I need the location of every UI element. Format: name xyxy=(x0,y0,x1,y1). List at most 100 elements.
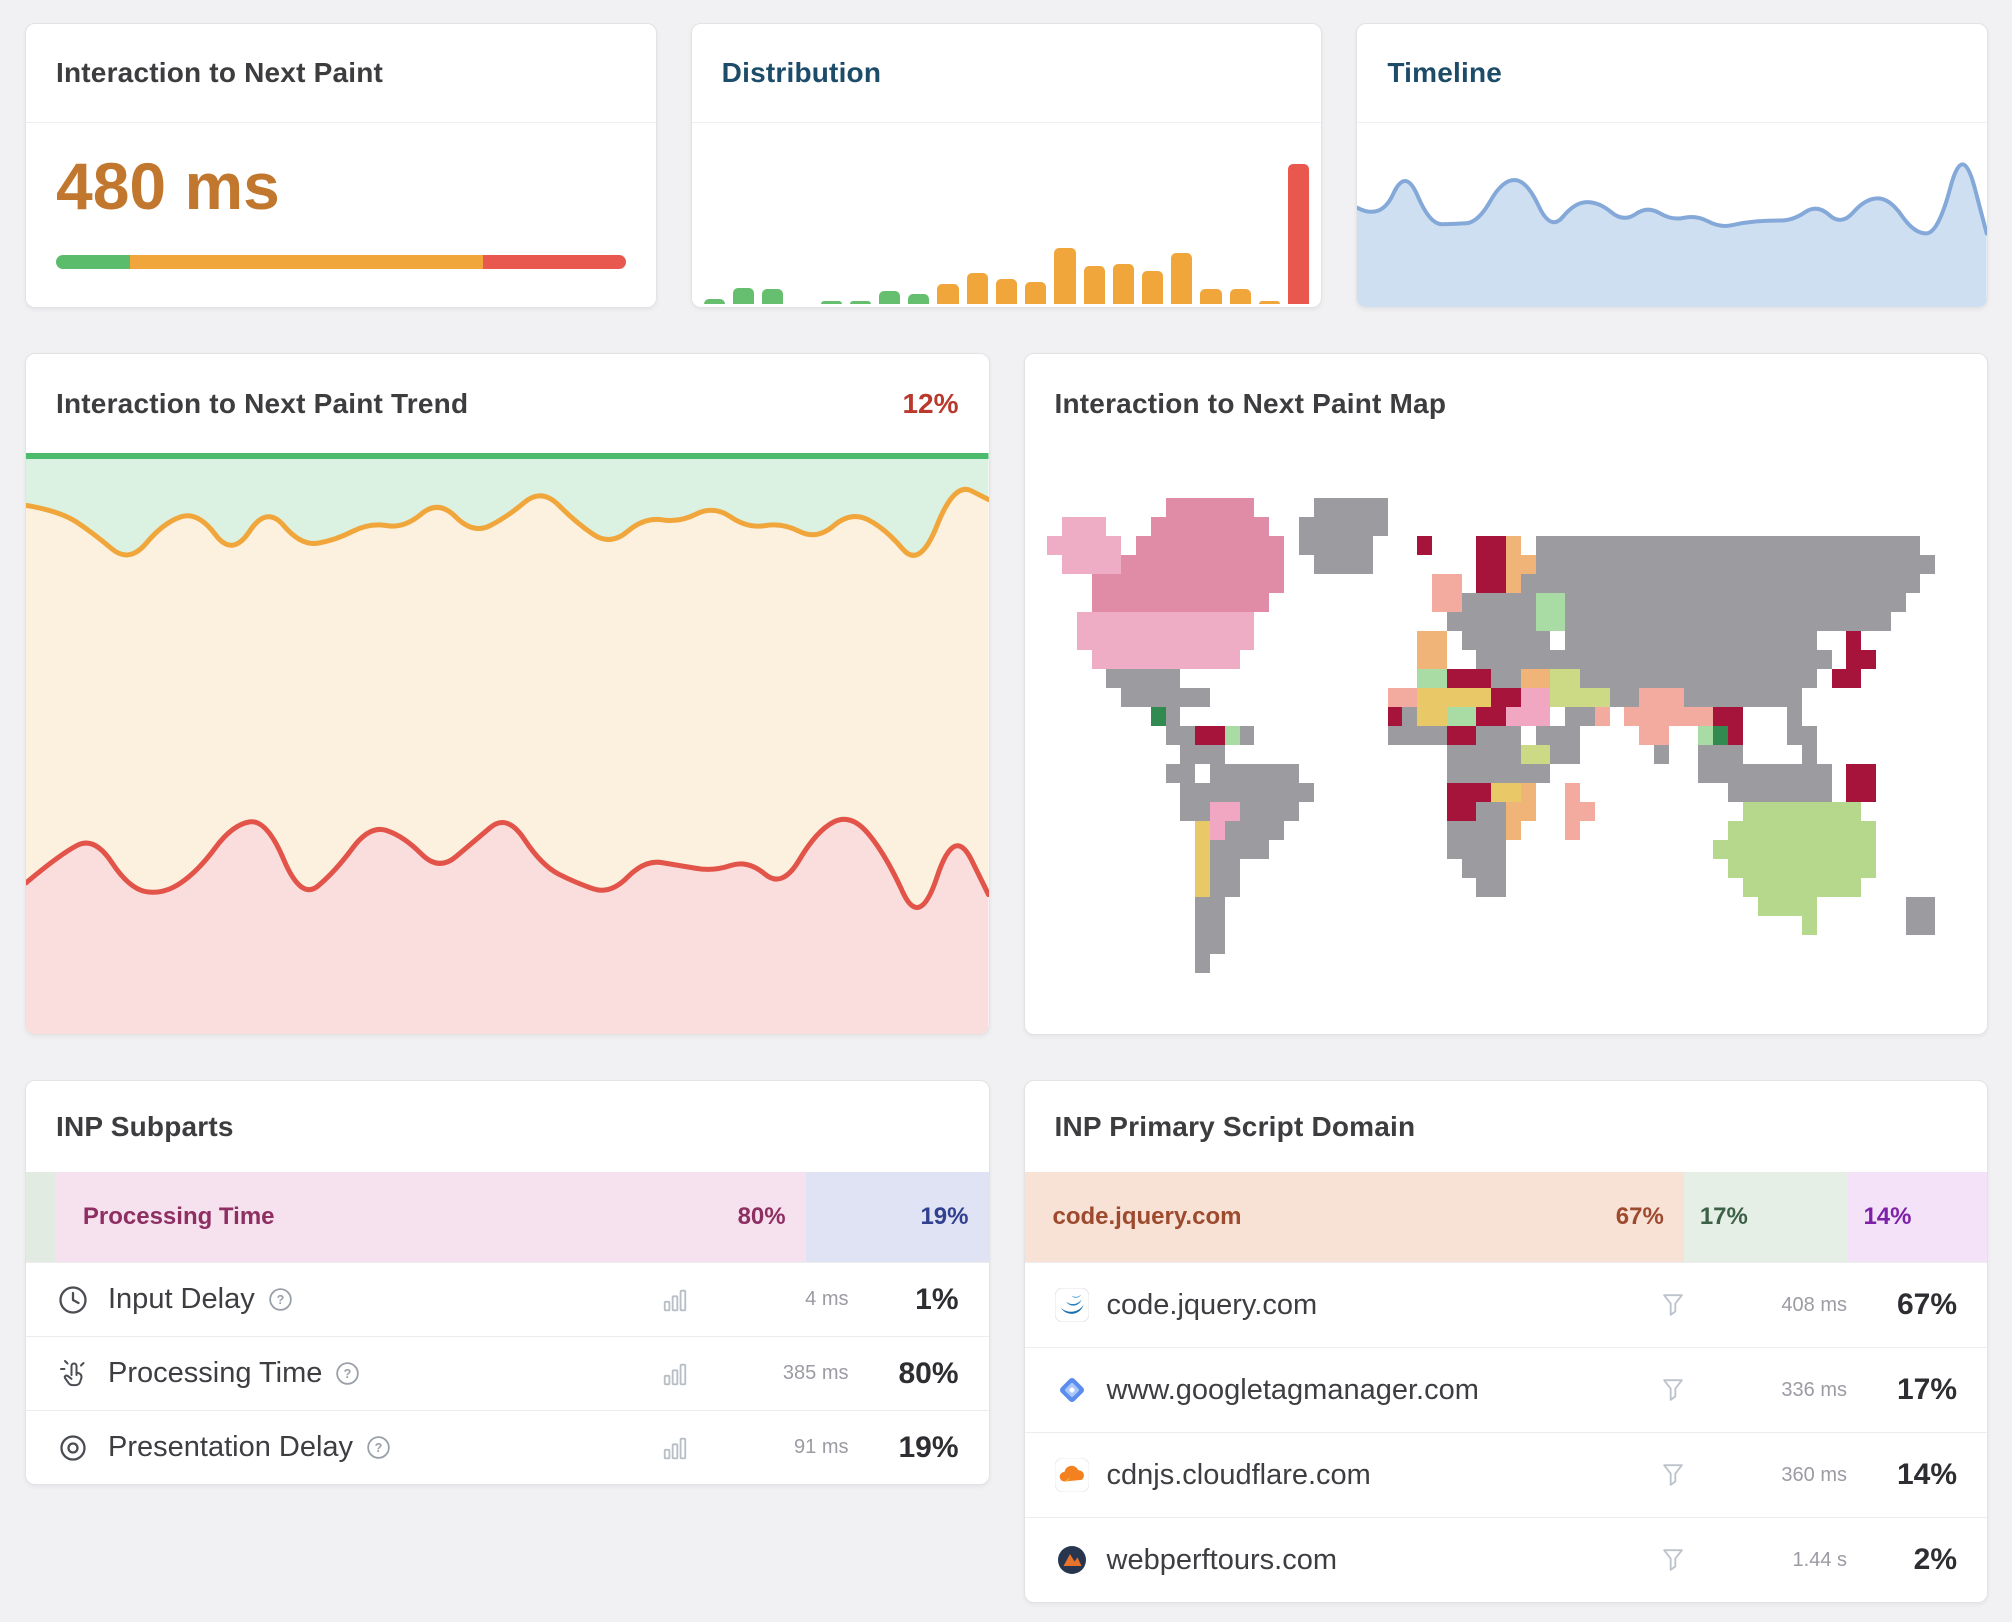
map-ocean-cell xyxy=(1891,726,1906,745)
domains-row[interactable]: cdnjs.cloudflare.com360 ms14% xyxy=(1025,1432,1988,1517)
distribution-bar[interactable] xyxy=(1230,289,1251,304)
funnel-icon[interactable] xyxy=(1659,1376,1687,1404)
map-country-cell xyxy=(1536,593,1551,612)
subparts-row[interactable]: Processing Time?385 ms80% xyxy=(26,1336,989,1410)
map-ocean-cell xyxy=(1624,897,1639,916)
map-ocean-cell xyxy=(1373,859,1388,878)
map-ocean-cell xyxy=(1521,916,1536,935)
map-country-cell xyxy=(1580,536,1595,555)
map-ocean-cell xyxy=(1861,916,1876,935)
map-ocean-cell xyxy=(1906,764,1921,783)
map-country-cell xyxy=(1802,631,1817,650)
map-country-cell xyxy=(1876,555,1891,574)
map-country-cell xyxy=(1698,536,1713,555)
distribution-histogram[interactable] xyxy=(692,123,1322,307)
inp-card-body: 480 ms xyxy=(26,123,656,269)
trend-chart[interactable] xyxy=(26,453,989,1034)
distribution-bar[interactable] xyxy=(1171,253,1192,304)
domains-row[interactable]: www.googletagmanager.com336 ms17% xyxy=(1025,1347,1988,1432)
funnel-icon[interactable] xyxy=(1659,1291,1687,1319)
subparts-row[interactable]: Presentation Delay?91 ms19% xyxy=(26,1410,989,1484)
subparts-row[interactable]: Input Delay?4 ms1% xyxy=(26,1262,989,1336)
map-ocean-cell xyxy=(1432,897,1447,916)
mini-bars-icon[interactable] xyxy=(661,1286,689,1314)
map-country-cell xyxy=(1654,593,1669,612)
distribution-bar[interactable] xyxy=(850,301,871,304)
distribution-bar[interactable] xyxy=(1025,282,1046,304)
map-country-cell xyxy=(1817,783,1832,802)
map-ocean-cell xyxy=(1166,479,1181,498)
map-country-cell xyxy=(1846,555,1861,574)
map-country-cell xyxy=(1787,878,1802,897)
distribution-bar[interactable] xyxy=(1142,271,1163,304)
mini-bars-icon[interactable] xyxy=(661,1434,689,1462)
map-country-cell xyxy=(1462,859,1477,878)
distribution-bar[interactable] xyxy=(879,291,900,304)
map-ocean-cell xyxy=(1299,593,1314,612)
distribution-bar[interactable] xyxy=(762,289,783,304)
map-ocean-cell xyxy=(1935,631,1950,650)
map-ocean-cell xyxy=(1950,783,1965,802)
distribution-bar[interactable] xyxy=(733,288,754,304)
inp-threshold-segment-good xyxy=(56,255,130,269)
map-ocean-cell xyxy=(1358,821,1373,840)
map-country-cell xyxy=(1136,536,1151,555)
distribution-bar[interactable] xyxy=(1084,266,1105,304)
domains-row[interactable]: code.jquery.com408 ms67% xyxy=(1025,1262,1988,1347)
map-ocean-cell xyxy=(1047,840,1062,859)
map-ocean-cell xyxy=(1033,878,1048,897)
inp-threshold-segment-needs-improvement xyxy=(130,255,483,269)
map-ocean-cell xyxy=(1891,954,1906,973)
distribution-bar[interactable] xyxy=(821,301,842,304)
distribution-bar[interactable] xyxy=(1113,264,1134,304)
map-country-cell xyxy=(1240,555,1255,574)
map-ocean-cell xyxy=(1328,954,1343,973)
map-ocean-cell xyxy=(1920,935,1935,954)
help-icon[interactable]: ? xyxy=(365,1434,392,1461)
funnel-icon[interactable] xyxy=(1659,1461,1687,1489)
map-ocean-cell xyxy=(1920,574,1935,593)
map-country-cell xyxy=(1832,593,1847,612)
distribution-bar[interactable] xyxy=(996,279,1017,305)
map-ocean-cell xyxy=(1684,802,1699,821)
map-ocean-cell xyxy=(1743,954,1758,973)
map-ocean-cell xyxy=(1092,707,1107,726)
map-ocean-cell xyxy=(1314,935,1329,954)
map-country-cell xyxy=(1210,650,1225,669)
map-ocean-cell xyxy=(1965,840,1980,859)
map-ocean-cell xyxy=(1639,878,1654,897)
distribution-bar[interactable] xyxy=(1054,248,1075,304)
domains-row-percent: 67% xyxy=(1847,1288,1957,1322)
map-ocean-cell xyxy=(1062,783,1077,802)
map-ocean-cell xyxy=(1846,726,1861,745)
funnel-icon[interactable] xyxy=(1659,1546,1687,1574)
distribution-bar[interactable] xyxy=(704,299,725,305)
timeline-chart[interactable] xyxy=(1357,123,1987,307)
distribution-bar[interactable] xyxy=(1259,301,1280,304)
map-ocean-cell xyxy=(1284,878,1299,897)
map-ocean-cell xyxy=(1077,764,1092,783)
map-ocean-cell xyxy=(1713,498,1728,517)
distribution-bar[interactable] xyxy=(1288,164,1309,304)
mini-bars-icon[interactable] xyxy=(661,1360,689,1388)
distribution-bar[interactable] xyxy=(967,273,988,304)
distribution-bar[interactable] xyxy=(1200,289,1221,304)
map-ocean-cell xyxy=(1550,631,1565,650)
map-country-cell xyxy=(1521,783,1536,802)
distribution-bar[interactable] xyxy=(937,284,958,304)
map-country-cell xyxy=(1180,688,1195,707)
map-country-cell xyxy=(1846,574,1861,593)
help-icon[interactable]: ? xyxy=(334,1360,361,1387)
map-ocean-cell xyxy=(1314,726,1329,745)
timeline-title-link[interactable]: Timeline xyxy=(1387,57,1502,89)
map-ocean-cell xyxy=(1284,726,1299,745)
map-country-cell xyxy=(1713,840,1728,859)
world-map[interactable] xyxy=(1025,453,1988,1034)
map-ocean-cell xyxy=(1077,574,1092,593)
domains-row[interactable]: webperftours.com1.44 s2% xyxy=(1025,1517,1988,1602)
distribution-title-link[interactable]: Distribution xyxy=(722,57,882,89)
distribution-bar[interactable] xyxy=(908,294,929,304)
map-ocean-cell xyxy=(1240,897,1255,916)
map-country-cell xyxy=(1121,631,1136,650)
help-icon[interactable]: ? xyxy=(267,1286,294,1313)
